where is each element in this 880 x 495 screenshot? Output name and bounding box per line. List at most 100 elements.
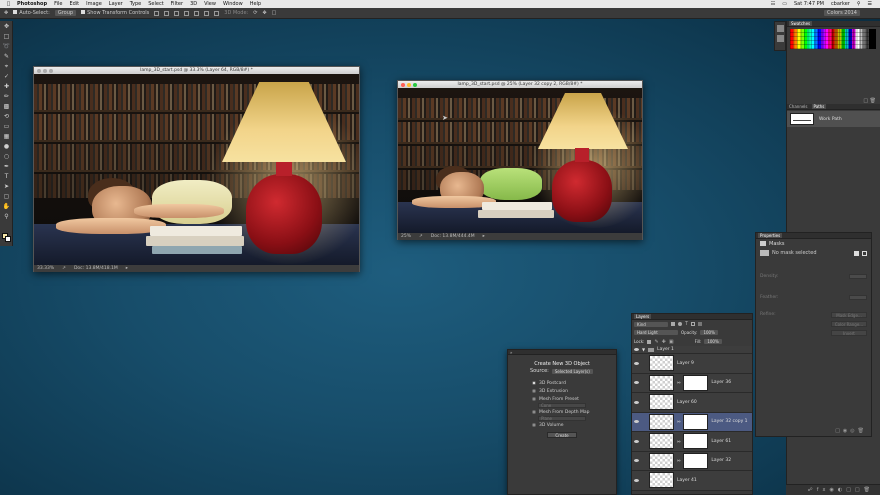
- filter-type-icon[interactable]: T: [685, 321, 688, 327]
- clock[interactable]: Sat 7:47 PM: [794, 1, 824, 7]
- type-tool-icon[interactable]: T: [2, 172, 11, 181]
- density-field[interactable]: [849, 274, 867, 279]
- menu-type[interactable]: Type: [130, 1, 141, 7]
- mask-edge-button[interactable]: Mask Edge...: [831, 311, 867, 318]
- zoom-window-icon[interactable]: [49, 68, 53, 73]
- option-mesh-from-depth-map[interactable]: Mesh From Depth Map: [508, 408, 616, 416]
- filter-shape-icon[interactable]: [691, 322, 696, 326]
- battery-icon[interactable]: ▭: [782, 1, 787, 7]
- chain-link-icon[interactable]: ⚯: [677, 439, 680, 444]
- lock-paint-icon[interactable]: ✎: [654, 339, 658, 345]
- menu-filter[interactable]: Filter: [171, 1, 183, 7]
- move-tool-icon[interactable]: ✥: [4, 10, 8, 16]
- background-color-swatch[interactable]: [5, 236, 11, 242]
- layers-footer-icons[interactable]: ☍fx◉◐□□🗑: [808, 487, 874, 493]
- menu-window[interactable]: Window: [223, 1, 243, 7]
- user-name[interactable]: cbarker: [831, 1, 850, 7]
- option-3d-extrusion[interactable]: 3D Extrusion: [508, 387, 616, 395]
- layer-mask-thumbnail[interactable]: [683, 374, 709, 391]
- swatches-tab[interactable]: Swatches: [787, 21, 880, 27]
- layer-row[interactable]: Layer 41: [632, 471, 752, 491]
- pen-tool-icon[interactable]: ✒: [2, 162, 11, 171]
- layer-thumbnail[interactable]: [649, 472, 674, 489]
- visibility-eye-icon[interactable]: [634, 381, 639, 385]
- fill-field[interactable]: 100%: [704, 339, 722, 344]
- menu-image[interactable]: Image: [86, 1, 102, 7]
- layer-thumbnail[interactable]: [649, 433, 674, 450]
- visibility-eye-icon[interactable]: [634, 478, 639, 482]
- stamp-tool-icon[interactable]: ▩: [2, 102, 11, 111]
- brush-tool-icon[interactable]: ✏: [2, 92, 11, 101]
- menu-3d[interactable]: 3D: [190, 1, 197, 7]
- menu-app-photoshop[interactable]: Photoshop: [17, 1, 47, 7]
- scale-3d-icon[interactable]: □: [272, 10, 277, 16]
- document-1-canvas[interactable]: [34, 74, 359, 265]
- align-center-icon[interactable]: [194, 10, 200, 16]
- document-1-titlebar[interactable]: lamp_3D_start.psd @ 33.3% (Layer 64, RGB…: [34, 67, 359, 74]
- menu-help[interactable]: Help: [250, 1, 261, 7]
- filter-adjust-icon[interactable]: [678, 322, 682, 326]
- align-top-icon[interactable]: [154, 10, 160, 16]
- eyedropper-tool-icon[interactable]: ✓: [2, 72, 11, 81]
- move-tool-icon[interactable]: ✥: [2, 22, 11, 31]
- layer-row[interactable]: ⚯ Layer 36: [632, 373, 752, 393]
- align-bottom-icon[interactable]: [174, 10, 180, 16]
- minimize-window-icon[interactable]: [407, 82, 411, 87]
- invert-button[interactable]: Invert: [831, 329, 867, 336]
- color-panel-icon[interactable]: [777, 25, 784, 32]
- group-expand-icon[interactable]: ▼: [642, 347, 645, 352]
- source-dropdown[interactable]: Selected Layer(s): [551, 368, 593, 374]
- align-middle-icon[interactable]: [164, 10, 170, 16]
- visibility-eye-icon[interactable]: [634, 439, 639, 443]
- layer-mask-thumbnail[interactable]: [683, 433, 709, 450]
- shape-tool-icon[interactable]: ▢: [2, 192, 11, 201]
- document-2-zoom[interactable]: 25%: [401, 234, 411, 239]
- layer-thumbnail[interactable]: [649, 394, 674, 411]
- layer-row[interactable]: ⚯ Layer 61: [632, 432, 752, 452]
- align-left-icon[interactable]: [184, 10, 190, 16]
- hand-tool-icon[interactable]: ✋: [2, 202, 11, 211]
- list-icon[interactable]: ☰: [868, 1, 872, 7]
- lock-pixels-icon[interactable]: [647, 339, 652, 344]
- auto-select-dropdown[interactable]: Group: [54, 10, 77, 16]
- distribute-icon[interactable]: [214, 10, 220, 16]
- document-2-canvas[interactable]: ➤: [398, 88, 642, 233]
- workspace-dropdown[interactable]: Colors 2014: [824, 10, 860, 16]
- menu-file[interactable]: File: [54, 1, 62, 7]
- vector-mask-icon[interactable]: [862, 250, 867, 256]
- quick-select-tool-icon[interactable]: ✎: [2, 52, 11, 61]
- menu-edit[interactable]: Edit: [69, 1, 79, 7]
- layer-mask-thumbnail[interactable]: [683, 452, 709, 469]
- visibility-eye-icon[interactable]: [634, 348, 639, 351]
- mask-thumb-icon[interactable]: [760, 250, 769, 256]
- layer-mask-thumbnail[interactable]: [683, 413, 709, 430]
- filter-pixel-icon[interactable]: [671, 322, 675, 326]
- document-1-zoom[interactable]: 33.33%: [37, 266, 54, 271]
- chain-link-icon[interactable]: ⚯: [677, 380, 680, 385]
- zoom-window-icon[interactable]: [413, 82, 417, 87]
- document-window-1[interactable]: lamp_3D_start.psd @ 33.3% (Layer 64, RGB…: [33, 66, 360, 272]
- swatches-grid[interactable]: [790, 29, 876, 49]
- gradient-tool-icon[interactable]: ▦: [2, 132, 11, 141]
- opacity-field[interactable]: 100%: [700, 330, 718, 335]
- close-window-icon[interactable]: [37, 68, 41, 73]
- layer-thumbnail[interactable]: [649, 374, 674, 391]
- auto-select-checkbox[interactable]: Auto-Select:: [13, 10, 50, 16]
- layer-thumbnail[interactable]: [649, 452, 674, 469]
- tab-channels[interactable]: Channels: [789, 104, 808, 109]
- layer-thumbnail[interactable]: [649, 413, 674, 430]
- document-window-2[interactable]: lamp_3D_start.psd @ 25% (Layer 32 copy 2…: [397, 80, 643, 240]
- visibility-eye-icon[interactable]: [634, 400, 639, 404]
- filter-smart-icon[interactable]: [698, 322, 703, 326]
- dodge-tool-icon[interactable]: ○: [2, 152, 11, 161]
- create-button[interactable]: Create: [547, 432, 577, 438]
- option-3d-volume[interactable]: 3D Volume: [508, 421, 616, 429]
- document-2-titlebar[interactable]: lamp_3D_start.psd @ 25% (Layer 32 copy 2…: [398, 81, 642, 88]
- visibility-eye-icon[interactable]: [634, 361, 639, 365]
- history-brush-tool-icon[interactable]: ⟲: [2, 112, 11, 121]
- blend-mode-dropdown[interactable]: Hard Light: [634, 330, 678, 335]
- minimize-window-icon[interactable]: [43, 68, 47, 73]
- blur-tool-icon[interactable]: ●: [2, 142, 11, 151]
- path-item-work-path[interactable]: Work Path: [787, 111, 880, 127]
- transform-checkbox[interactable]: Show Transform Controls: [81, 10, 149, 16]
